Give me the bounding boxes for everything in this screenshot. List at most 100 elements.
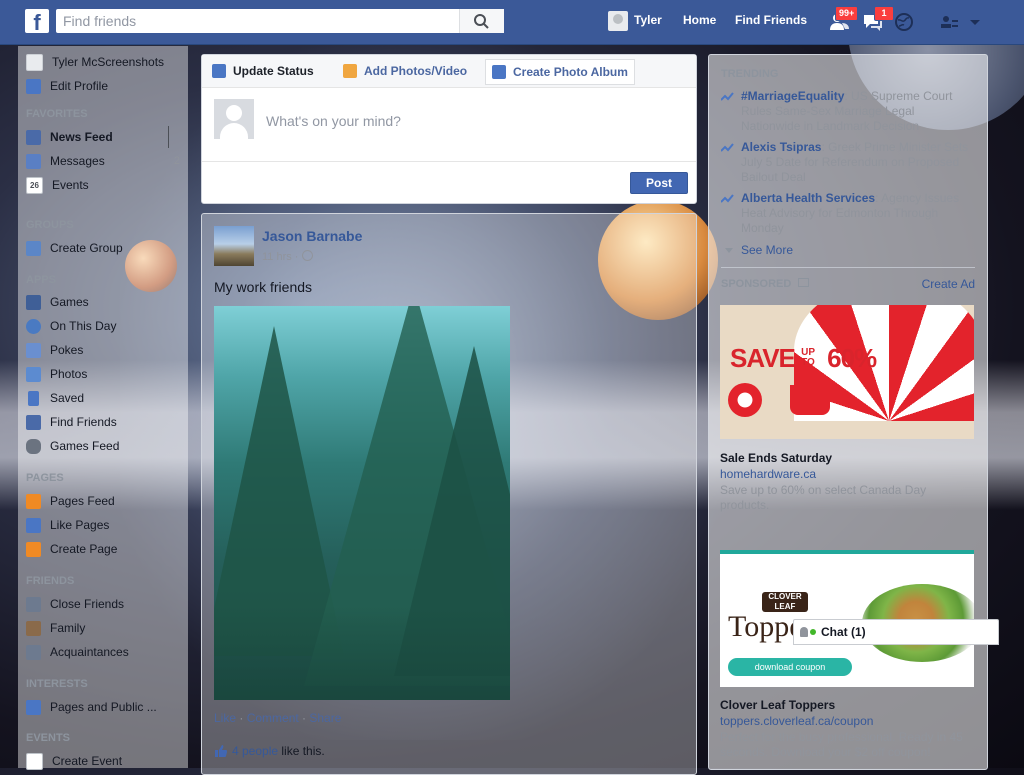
status-composer: Update Status Add Photos/Video Create Ph… <box>201 54 697 204</box>
friend-requests-button[interactable]: 99+ <box>829 6 859 33</box>
thumbs-up-icon <box>26 517 41 533</box>
likes-people-link[interactable]: 4 people <box>232 744 278 758</box>
ad-headline: SAVE UP TO 60% <box>730 343 877 374</box>
sidebar-item-label: Family <box>50 621 86 635</box>
sidebar-item-create-page[interactable]: Create Page <box>26 539 186 559</box>
trending-item[interactable]: Alexis Tsipras: Greek Prime Minister Set… <box>721 140 971 185</box>
sidebar-item-label: Edit Profile <box>50 79 109 93</box>
sidebar-item-games-feed[interactable]: Games Feed <box>26 436 186 456</box>
find-friends-link[interactable]: Find Friends <box>735 13 807 27</box>
trending-item[interactable]: Alberta Health Services: Agency Issues H… <box>721 191 971 236</box>
sponsored-label: SPONSORED <box>721 278 792 290</box>
composer-footer: Post <box>202 161 696 204</box>
status-input[interactable] <box>264 105 688 137</box>
interests-heading: INTERESTS <box>26 678 88 690</box>
brand-logo: CLOVER LEAF <box>762 592 808 612</box>
author-avatar[interactable] <box>214 226 254 266</box>
feed-story: Jason Barnabe 11 hrs · My work friends L… <box>201 213 697 775</box>
friends-list-icon <box>26 596 41 612</box>
see-more-link[interactable]: See More <box>725 243 793 257</box>
tab-update-status[interactable]: Update Status <box>212 61 314 81</box>
search-icon <box>474 14 489 29</box>
ad-title[interactable]: Clover Leaf Toppers <box>720 698 835 712</box>
pencil-icon <box>212 64 226 78</box>
sidebar-item-family[interactable]: Family <box>26 618 186 638</box>
chat-tab[interactable]: Chat (1) <box>793 619 999 645</box>
sidebar-item-on-this-day[interactable]: On This Day <box>26 316 186 336</box>
favorites-heading: FAVORITES <box>26 108 88 120</box>
trending-topic: Alexis Tsipras <box>741 140 822 154</box>
home-link[interactable]: Home <box>683 13 716 27</box>
ad-title[interactable]: Sale Ends Saturday <box>720 451 832 465</box>
account-settings-button[interactable] <box>966 11 984 33</box>
sidebar-item-like-pages[interactable]: Like Pages <box>26 515 186 535</box>
sidebar-item-close-friends[interactable]: Close Friends <box>26 594 186 614</box>
top-bar: f Tyler Home Find Friends 99+ 1 <box>0 0 1024 45</box>
ad-url[interactable]: toppers.cloverleaf.ca/coupon <box>720 714 873 728</box>
search-input[interactable] <box>56 9 470 33</box>
clock-icon <box>26 318 41 334</box>
sidebar-item-saved[interactable]: Saved <box>26 388 186 408</box>
trending-item[interactable]: #MarriageEquality: US Supreme Court Rule… <box>721 89 971 134</box>
sidebar-item-edit-profile[interactable]: Edit Profile <box>26 76 186 96</box>
family-icon <box>26 620 41 636</box>
sidebar-item-label: Pages and Public ... <box>50 700 157 714</box>
trending-topic: Alberta Health Services <box>741 191 876 205</box>
download-coupon-button[interactable]: download coupon <box>728 658 852 676</box>
facebook-logo[interactable]: f <box>25 9 49 33</box>
calendar-icon: 26 <box>26 176 43 194</box>
sidebar-item-messages[interactable]: Messages 2 <box>26 151 186 171</box>
post-button[interactable]: Post <box>630 172 688 194</box>
sidebar-item-games[interactable]: Games <box>26 292 186 312</box>
messages-button[interactable]: 1 <box>862 6 894 33</box>
sidebar-item-label: Saved <box>50 391 85 405</box>
friends-heading: FRIENDS <box>26 575 75 587</box>
sidebar-item-label: Pages Feed <box>50 494 115 508</box>
author-name[interactable]: Jason Barnabe <box>262 228 362 244</box>
separator: · <box>236 711 247 725</box>
sidebar-item-find-friends[interactable]: Find Friends <box>26 412 186 432</box>
sidebar-item-label: Tyler McScreenshots <box>52 55 165 69</box>
sidebar-item-acquaintances[interactable]: Acquaintances <box>26 642 186 662</box>
sidebar-item-profile[interactable]: Tyler McScreenshots <box>26 52 186 72</box>
comment-link[interactable]: Comment <box>247 711 299 725</box>
create-ad-link[interactable]: Create Ad <box>922 277 975 291</box>
privacy-shortcuts-button[interactable] <box>939 11 961 33</box>
tab-create-album[interactable]: Create Photo Album <box>485 59 635 85</box>
sidebar-item-pages-feed[interactable]: Pages Feed <box>26 491 186 511</box>
trending-heading: TRENDING <box>721 68 779 80</box>
sidebar-item-create-event[interactable]: Create Event <box>26 751 186 771</box>
sidebar-item-label: Events <box>52 178 89 192</box>
profile-avatar[interactable] <box>608 11 628 31</box>
poke-icon <box>26 342 41 358</box>
trending-arrow-icon <box>721 92 734 101</box>
composer-avatar <box>214 99 254 139</box>
right-column: TRENDING #MarriageEquality: US Supreme C… <box>708 54 988 770</box>
sidebar-item-pages-and-public[interactable]: Pages and Public ... <box>26 697 186 717</box>
sidebar-item-news-feed[interactable]: News Feed <box>26 127 186 147</box>
timestamp-text: 11 hrs · <box>262 251 299 263</box>
sidebar-item-label: Close Friends <box>50 597 125 611</box>
notifications-button[interactable] <box>893 11 915 33</box>
sidebar-item-pokes[interactable]: Pokes <box>26 340 186 360</box>
like-link[interactable]: Like <box>214 711 236 725</box>
profile-link[interactable]: Tyler <box>634 13 662 27</box>
online-dot-icon <box>810 629 816 635</box>
left-sidebar: Tyler McScreenshots Edit Profile FAVORIT… <box>18 46 188 771</box>
tab-label: Update Status <box>233 64 314 78</box>
sidebar-item-label: On This Day <box>50 319 117 333</box>
sidebar-item-photos[interactable]: Photos <box>26 364 186 384</box>
sidebar-item-create-group[interactable]: Create Group <box>26 238 186 258</box>
photos-icon <box>26 366 41 382</box>
tab-label: Create Photo Album <box>513 65 628 79</box>
post-timestamp[interactable]: 11 hrs · <box>262 250 313 263</box>
sidebar-item-events[interactable]: 26 Events <box>26 175 186 195</box>
share-link[interactable]: Share <box>309 711 341 725</box>
sidebar-item-label: Messages <box>50 154 105 168</box>
post-photo[interactable] <box>214 306 510 700</box>
tab-add-photos[interactable]: Add Photos/Video <box>343 61 467 81</box>
ad-url[interactable]: homehardware.ca <box>720 467 816 481</box>
search-button[interactable] <box>459 9 504 33</box>
ad-image-canada-day[interactable]: SAVE UP TO 60% <box>720 305 974 439</box>
brand-wordmark: Toppe <box>728 610 803 643</box>
